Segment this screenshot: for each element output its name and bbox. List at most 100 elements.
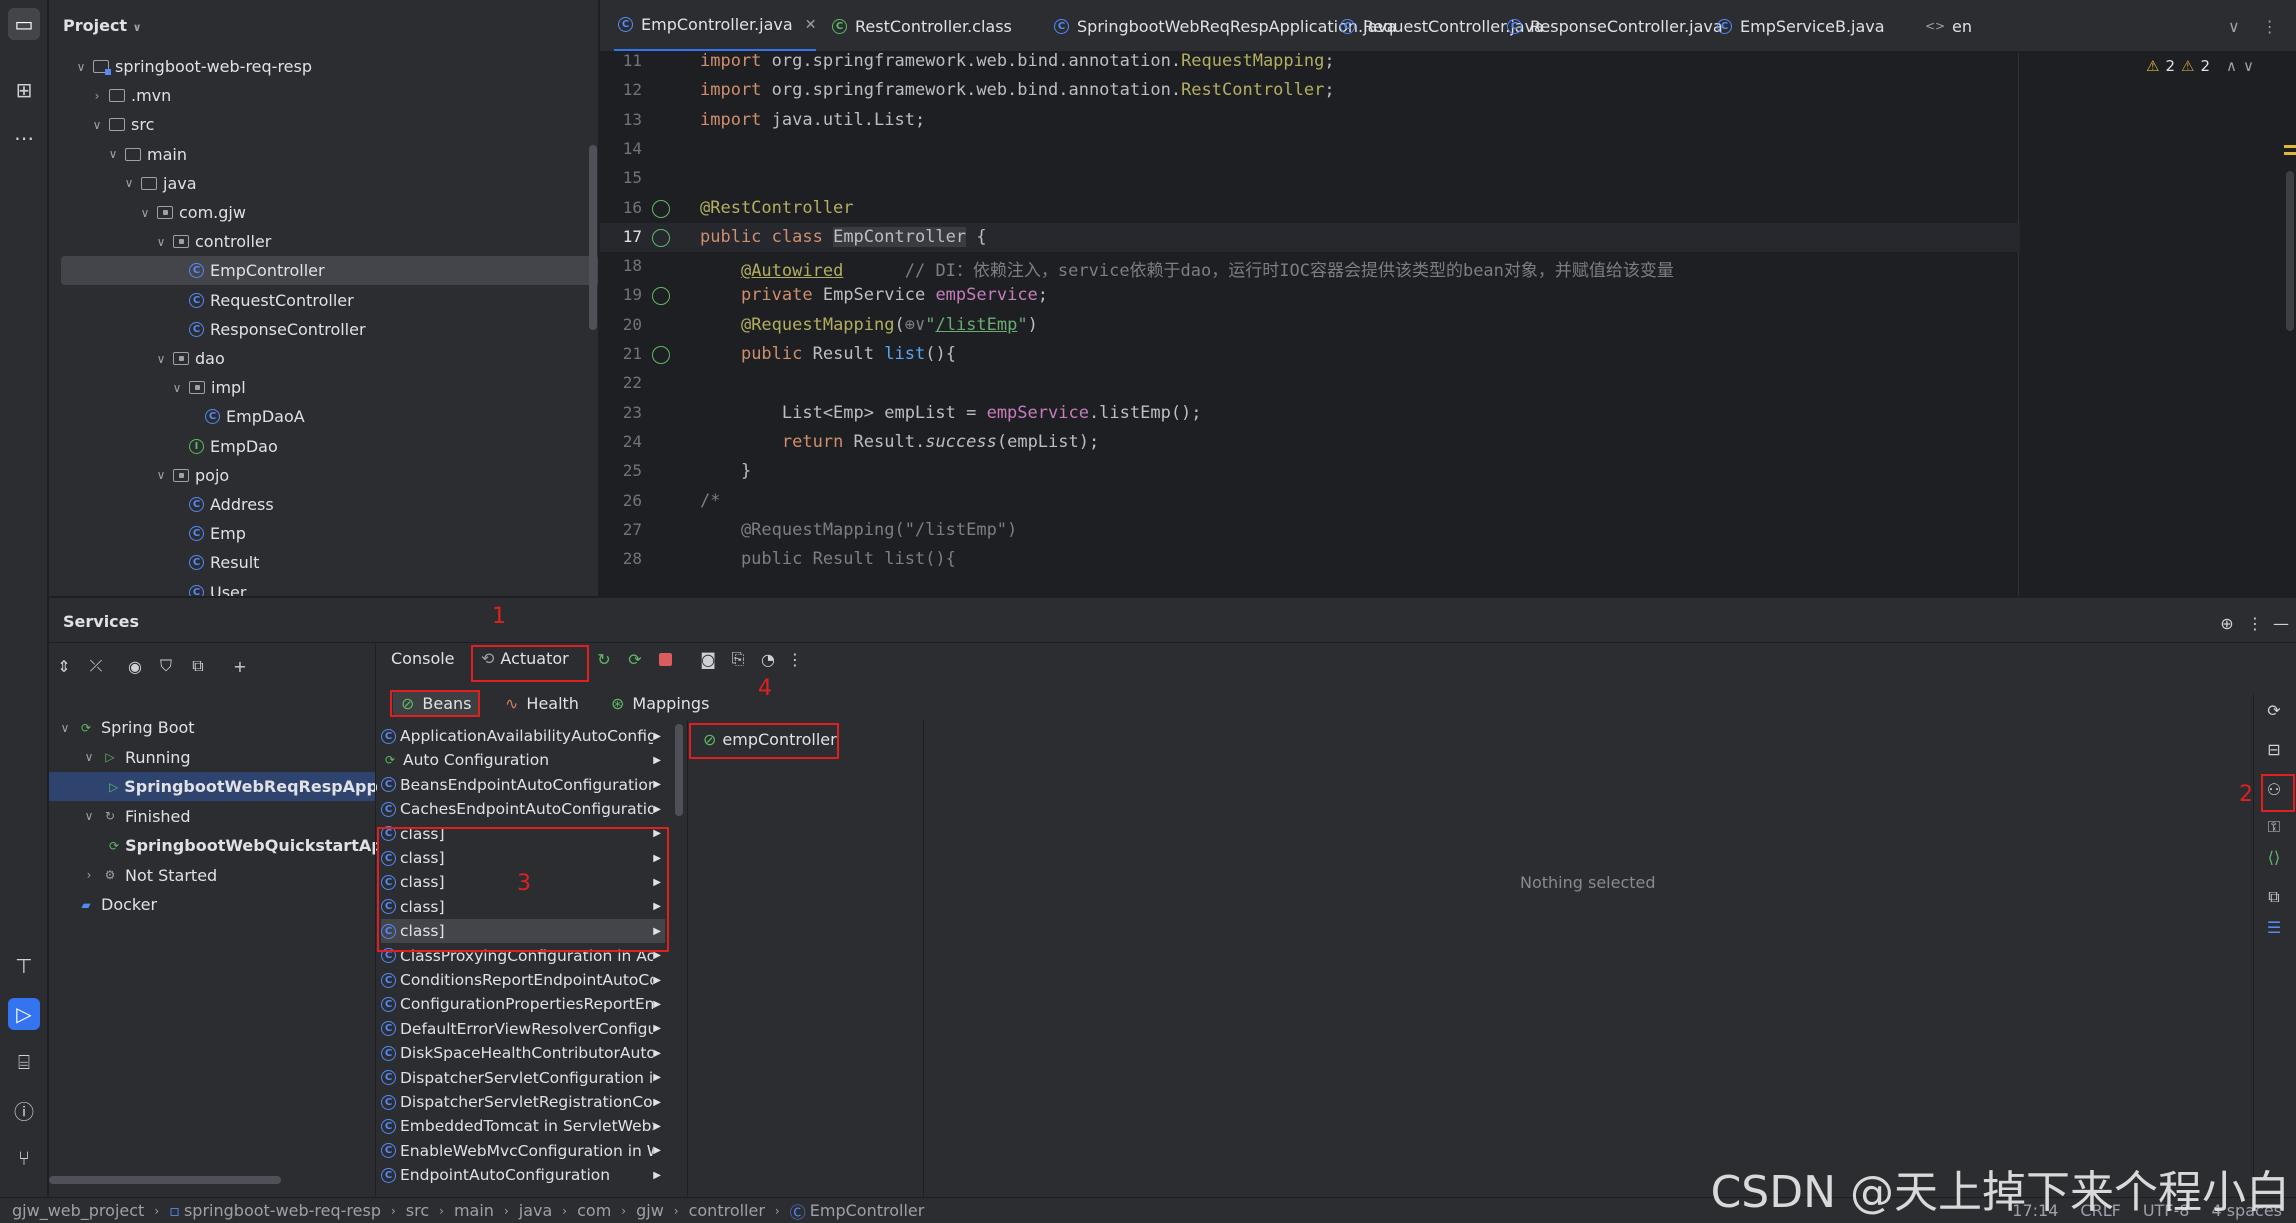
- warning-marker[interactable]: [2284, 145, 2296, 148]
- more-icon[interactable]: ⋮: [784, 648, 806, 670]
- editor-tab[interactable]: C EmpServiceB.java: [1713, 0, 1885, 51]
- service-tree-item[interactable]: › ⚙ Not Started: [49, 861, 375, 890]
- expand-arrow-icon[interactable]: ▶: [653, 755, 661, 766]
- expand-arrow-icon[interactable]: ▶: [653, 1023, 661, 1034]
- code-line[interactable]: public Result list(){: [700, 549, 956, 569]
- editor-scrollbar[interactable]: [2286, 171, 2294, 331]
- expand-arrow-icon[interactable]: ▶: [653, 1121, 661, 1132]
- chevron-down-icon[interactable]: ∨: [153, 235, 169, 249]
- expand-arrow-icon[interactable]: ▶: [653, 926, 661, 937]
- chevron-down-icon[interactable]: ∨: [169, 381, 185, 395]
- project-scrollbar[interactable]: [589, 145, 597, 330]
- bean-list-item[interactable]: CDispatcherServletRegistrationConfigurat…: [381, 1090, 665, 1114]
- tree-item[interactable]: ∨ com.gjw: [49, 198, 246, 227]
- breadcrumb-item[interactable]: gjw_web_project: [12, 1201, 144, 1220]
- breadcrumb-item[interactable]: springboot-web-req-resp: [184, 1201, 381, 1220]
- target-icon[interactable]: ⊕: [2216, 612, 2238, 634]
- expand-all-icon[interactable]: ⇕: [53, 655, 75, 677]
- expand-arrow-icon[interactable]: ▶: [653, 1048, 661, 1059]
- service-tree-item[interactable]: ∨ ▷ Running: [49, 743, 375, 772]
- bean-list-item[interactable]: Cclass] ▶: [381, 822, 665, 846]
- expand-arrow-icon[interactable]: ▶: [653, 804, 661, 815]
- expand-arrow-icon[interactable]: ▶: [653, 950, 661, 961]
- code-line[interactable]: @RestController: [700, 198, 854, 218]
- line-number[interactable]: 11: [600, 53, 642, 70]
- tree-item[interactable]: C Emp: [49, 519, 246, 548]
- expand-arrow-icon[interactable]: ▶: [653, 877, 661, 888]
- new-group-icon[interactable]: ⧉: [187, 655, 209, 677]
- code-line[interactable]: @RequestMapping(⊕∨"/listEmp"): [700, 315, 1038, 335]
- line-number[interactable]: 24: [600, 432, 642, 451]
- bean-list-item[interactable]: Cclass] ▶: [381, 895, 665, 919]
- chevron-down-icon[interactable]: ∨: [2228, 17, 2240, 36]
- code-line[interactable]: return Result.success(empList);: [700, 432, 1099, 452]
- tree-item[interactable]: ∨ java: [49, 169, 197, 198]
- chevron-right-icon[interactable]: ›: [81, 868, 97, 882]
- editor-tab[interactable]: C ResponseController.java: [1503, 0, 1723, 51]
- code-icon[interactable]: ⟨⟩: [2263, 846, 2285, 868]
- code-line[interactable]: @RequestMapping("/listEmp"): [700, 520, 1017, 540]
- more-options-icon[interactable]: ⋮: [2262, 17, 2278, 36]
- chevron-down-icon[interactable]: ∨: [81, 750, 97, 764]
- expand-arrow-icon[interactable]: ▶: [653, 731, 661, 742]
- line-number[interactable]: 13: [600, 110, 642, 129]
- camera-icon[interactable]: ◙: [697, 648, 719, 670]
- tab-health[interactable]: ∿ Health: [497, 690, 587, 716]
- collapse-all-icon[interactable]: ⤫: [85, 655, 107, 677]
- line-number[interactable]: 17: [600, 227, 642, 246]
- git-tool-icon[interactable]: ⑂: [8, 1142, 40, 1174]
- code-line[interactable]: List<Emp> empList = empService.listEmp()…: [700, 403, 1202, 423]
- chevron-down-icon[interactable]: ∨: [153, 352, 169, 366]
- spring-bean-gutter-icon[interactable]: [652, 199, 670, 218]
- breadcrumb-item[interactable]: controller: [689, 1201, 765, 1220]
- spring-bean-gutter-icon[interactable]: [652, 346, 670, 364]
- code-line[interactable]: /*: [700, 491, 720, 511]
- chevron-down-icon[interactable]: ∨: [89, 118, 105, 132]
- bean-list-item[interactable]: CConfigurationPropertiesReportEndpointAu…: [381, 992, 665, 1016]
- expand-arrow-icon[interactable]: ▶: [653, 1170, 661, 1181]
- lock-icon[interactable]: ⚿: [2263, 816, 2285, 838]
- list-icon[interactable]: ☰: [2263, 916, 2285, 938]
- tree-item[interactable]: ∨ controller: [49, 227, 272, 256]
- tree-item[interactable]: ∨ springboot-web-req-resp: [49, 52, 312, 81]
- bean-list-item[interactable]: CApplicationAvailabilityAutoConfiguratio…: [381, 724, 665, 748]
- rerun-icon[interactable]: ↻: [593, 648, 615, 670]
- line-number[interactable]: 14: [600, 139, 642, 158]
- editor-tab[interactable]: C EmpController.java ✕: [614, 0, 817, 51]
- editor-tab[interactable]: C RestController.class: [828, 0, 1012, 51]
- tree-item[interactable]: C Result: [49, 548, 259, 577]
- service-tree-item[interactable]: ⟳ SpringbootWebQuickstartAp: [49, 831, 383, 860]
- bean-list-item[interactable]: CConditionsReportEndpointAutoConfigurati…: [381, 968, 665, 992]
- refresh-icon[interactable]: ⟳: [2263, 699, 2285, 721]
- filter-icon[interactable]: ⛉: [155, 655, 177, 677]
- bean-list-item[interactable]: CDiskSpaceHealthContributorAutoConfigura…: [381, 1041, 665, 1065]
- tree-item[interactable]: C EmpController: [61, 256, 598, 286]
- bean-list-item[interactable]: CEmbeddedTomcat in ServletWebServerFacto…: [381, 1114, 665, 1138]
- tree-item[interactable]: C RequestController: [49, 286, 354, 315]
- bean-list-item[interactable]: CEnableWebMvcConfiguration in WebMvcAuto…: [381, 1139, 665, 1163]
- bean-list-item[interactable]: ⟳ Auto Configuration ▶: [381, 748, 665, 772]
- more-options-icon[interactable]: ⋮: [2244, 612, 2266, 634]
- structure-tool-icon[interactable]: ⊞: [8, 74, 40, 106]
- tree-item[interactable]: C ResponseController: [49, 315, 366, 344]
- add-service-icon[interactable]: +: [229, 655, 251, 677]
- breadcrumb-item[interactable]: EmpController: [810, 1201, 925, 1220]
- project-tool-icon[interactable]: ▭: [8, 8, 40, 40]
- dump-icon[interactable]: ⎘: [727, 648, 749, 670]
- code-line[interactable]: import org.springframework.web.bind.anno…: [700, 53, 1335, 71]
- beans-list-scrollbar[interactable]: [675, 724, 683, 816]
- tree-item[interactable]: C Address: [49, 490, 274, 519]
- breadcrumb-item[interactable]: main: [454, 1201, 494, 1220]
- tree-item[interactable]: C EmpDaoA: [49, 402, 305, 431]
- line-number[interactable]: 19: [600, 285, 642, 304]
- minimize-icon[interactable]: —: [2270, 612, 2292, 634]
- tab-actuator[interactable]: ⟲ Actuator: [473, 642, 577, 674]
- tree-item[interactable]: ∨ main: [49, 140, 187, 169]
- bean-detail-item[interactable]: ⊘ empController: [697, 726, 843, 752]
- stop-icon[interactable]: [654, 648, 676, 670]
- project-panel-title[interactable]: Project ∨: [63, 16, 142, 35]
- expand-arrow-icon[interactable]: ▶: [653, 999, 661, 1010]
- tree-item[interactable]: ∨ impl: [49, 373, 246, 402]
- tab-mappings[interactable]: ⊛ Mappings: [603, 690, 717, 716]
- bean-list-item[interactable]: C CachesEndpointAutoConfiguration ▶: [381, 797, 665, 821]
